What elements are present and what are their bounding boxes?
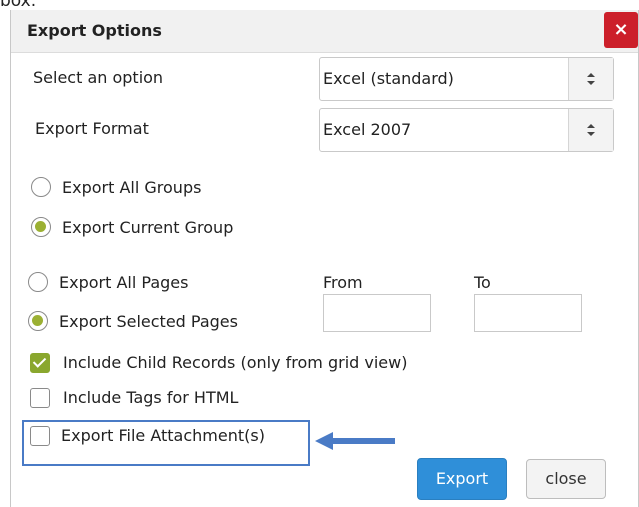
export-all-groups-label: Export All Groups [62, 178, 202, 197]
to-label: To [474, 273, 491, 292]
include-tags-html-label: Include Tags for HTML [63, 388, 239, 407]
include-child-records-checkbox[interactable] [30, 353, 50, 373]
include-child-records-label: Include Child Records (only from grid vi… [63, 353, 408, 372]
export-file-attachments-label: Export File Attachment(s) [61, 426, 265, 445]
export-current-group-radio[interactable] [31, 217, 51, 237]
select-option-value: Excel (standard) [323, 69, 454, 88]
from-page-input[interactable] [323, 294, 431, 332]
export-all-pages-label: Export All Pages [59, 273, 189, 292]
annotation-arrow-icon [315, 432, 395, 450]
export-format-label: Export Format [35, 119, 149, 138]
to-page-input[interactable] [474, 294, 582, 332]
export-options-dialog: Export Options × Select an option Excel … [10, 10, 639, 507]
select-option-label: Select an option [33, 68, 164, 87]
export-all-groups-radio[interactable] [31, 177, 51, 197]
dialog-titlebar: Export Options × [11, 10, 638, 53]
export-format-dropdown[interactable]: Excel 2007 [319, 108, 614, 152]
export-all-pages-radio[interactable] [28, 272, 48, 292]
export-file-attachments-checkbox[interactable] [30, 426, 50, 446]
export-current-group-label: Export Current Group [62, 218, 234, 237]
select-option-dropdown[interactable]: Excel (standard) [319, 57, 614, 101]
export-format-value: Excel 2007 [323, 120, 412, 139]
export-button[interactable]: Export [417, 458, 507, 500]
close-button[interactable]: close [526, 459, 606, 499]
select-arrow-icon[interactable] [568, 58, 613, 100]
from-label: From [323, 273, 363, 292]
select-arrow-icon[interactable] [568, 109, 613, 151]
include-tags-html-checkbox[interactable] [30, 388, 50, 408]
export-selected-pages-label: Export Selected Pages [59, 312, 238, 331]
close-icon[interactable]: × [604, 12, 638, 48]
export-selected-pages-radio[interactable] [28, 311, 48, 331]
dialog-title: Export Options [27, 21, 162, 40]
